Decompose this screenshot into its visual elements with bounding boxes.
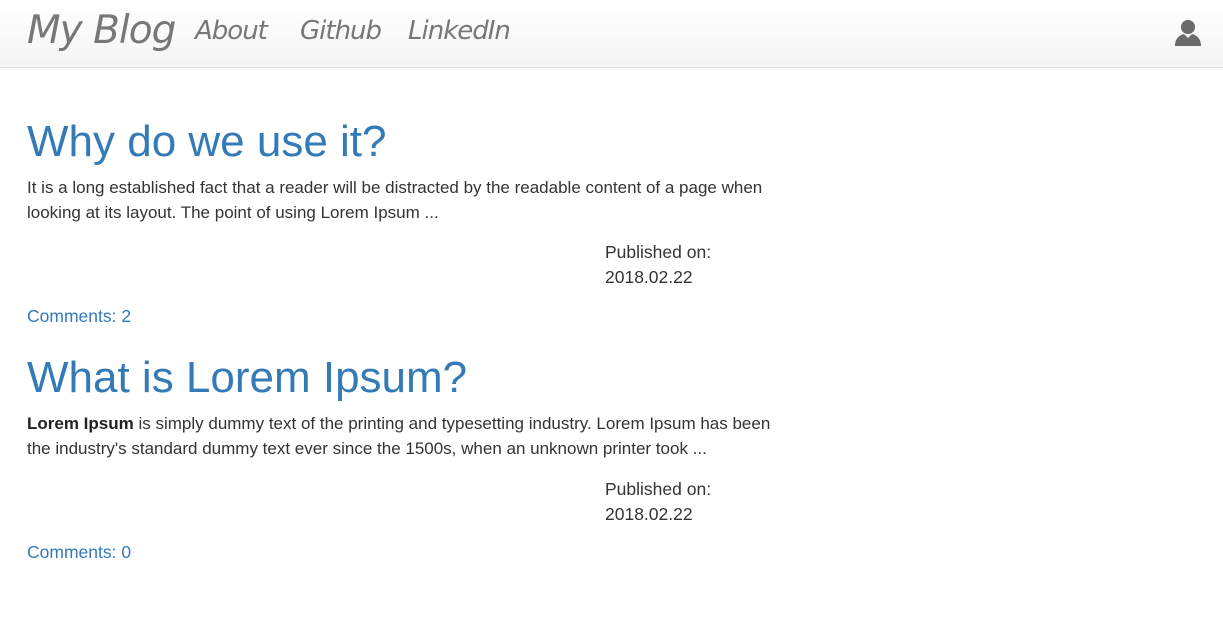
post-card: Why do we use it? It is a long establish… <box>27 116 797 326</box>
post-excerpt: It is a long established fact that a rea… <box>27 175 797 225</box>
published-info: Published on: 2018.02.22 <box>605 477 711 527</box>
published-date: 2018.02.22 <box>605 504 693 524</box>
nav-link-github[interactable]: Github <box>300 14 382 48</box>
comments-link[interactable]: Comments: 2 <box>27 305 131 327</box>
post-title-link[interactable]: Why do we use it? <box>27 116 797 168</box>
post-excerpt-text: is simply dummy text of the printing and… <box>27 414 771 458</box>
post-excerpt-bold: Lorem Ipsum <box>27 414 134 433</box>
user-menu-button[interactable] <box>1172 17 1204 49</box>
post-excerpt-text: It is a long established fact that a rea… <box>27 178 763 222</box>
post-card: What is Lorem Ipsum? Lorem Ipsum is simp… <box>27 352 797 562</box>
published-info: Published on: 2018.02.22 <box>605 240 711 290</box>
post-excerpt: Lorem Ipsum is simply dummy text of the … <box>27 411 797 461</box>
published-label: Published on: <box>605 479 712 499</box>
post-title-link[interactable]: What is Lorem Ipsum? <box>27 352 797 404</box>
nav-link-about[interactable]: About <box>195 14 268 48</box>
nav-link-linkedin[interactable]: LinkedIn <box>408 14 511 48</box>
comments-link[interactable]: Comments: 0 <box>27 541 131 563</box>
navbar: My Blog About Github LinkedIn <box>0 0 1223 68</box>
brand-link[interactable]: My Blog <box>27 8 176 54</box>
published-date: 2018.02.22 <box>605 267 693 287</box>
user-icon <box>1175 20 1201 46</box>
published-label: Published on: <box>605 242 712 262</box>
